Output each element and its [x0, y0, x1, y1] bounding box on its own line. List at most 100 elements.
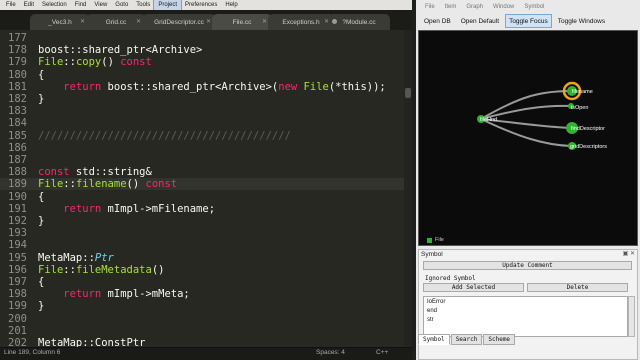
menu-goto[interactable]: Goto	[111, 0, 132, 10]
code-token: MetaMap::	[38, 251, 95, 264]
call-graph-canvas[interactable]: fileHnd filename isOpen findDescriptor g…	[419, 31, 637, 245]
menu-tools[interactable]: Tools	[132, 0, 154, 10]
list-item[interactable]: end	[427, 308, 437, 314]
code-token: const	[38, 166, 70, 179]
tab-file[interactable]: File.cc ✕	[212, 14, 272, 30]
call-graph-view[interactable]: fileHnd filename isOpen findDescriptor g…	[418, 30, 638, 246]
line-number: 194	[8, 239, 27, 252]
graph-menu-graph[interactable]: Graph	[461, 2, 488, 12]
code-line[interactable]: return mImpl->mMeta;	[38, 288, 190, 301]
line-number: 185	[8, 129, 27, 142]
panel-float-close-icon[interactable]: ▣ ✕	[623, 250, 635, 257]
code-line[interactable]: {	[38, 69, 44, 81]
graph-menu-file[interactable]: File	[420, 2, 440, 12]
indentation-setting[interactable]: Spaces: 4	[316, 349, 345, 356]
code-token: File	[303, 80, 329, 93]
code-line[interactable]: MetaMap::ConstPtr	[38, 337, 145, 347]
code-token: ::	[63, 178, 76, 191]
tab-search[interactable]: Search	[450, 334, 483, 345]
line-number: 183	[8, 105, 27, 118]
menu-view[interactable]: View	[90, 0, 111, 10]
tab-scheme[interactable]: Scheme	[483, 334, 516, 345]
open-db-button[interactable]: Open DB	[420, 14, 455, 28]
code-line[interactable]: File::copy() const	[38, 56, 152, 68]
close-icon[interactable]: ✕	[136, 18, 141, 25]
node-label-isopen: isOpen	[571, 105, 588, 111]
close-icon[interactable]: ✕	[262, 18, 267, 25]
update-comment-button[interactable]: Update Comment	[423, 261, 632, 270]
scrollbar-thumb[interactable]	[405, 88, 411, 98]
code-token: fileMetadata	[75, 263, 152, 276]
tab-symbol[interactable]: Symbol	[418, 334, 450, 345]
line-number: 181	[8, 80, 27, 93]
close-icon[interactable]: ✕	[80, 18, 85, 25]
ignored-symbol-list[interactable]: IoError end str	[423, 296, 628, 337]
code-line[interactable]: }	[38, 300, 44, 312]
tab-grid-descriptor[interactable]: GridDescriptor.cc ✕	[142, 14, 216, 30]
toggle-focus-button[interactable]: Toggle Focus	[505, 14, 552, 28]
code-line[interactable]: return boost::shared_ptr<Archive>(new Fi…	[38, 80, 385, 93]
line-number: 199	[8, 300, 27, 313]
menu-edit[interactable]: Edit	[20, 0, 38, 10]
menu-project[interactable]: Project	[153, 0, 182, 11]
toggle-windows-button[interactable]: Toggle Windows	[554, 14, 609, 28]
code-editor-window: File Edit Selection Find View Goto Tools…	[0, 0, 412, 360]
vertical-scrollbar[interactable]	[404, 30, 412, 347]
line-number: 192	[8, 215, 27, 227]
graph-menu-window[interactable]: Window	[488, 2, 519, 12]
delete-button[interactable]: Delete	[527, 283, 628, 292]
line-number: 186	[8, 141, 27, 154]
code-token: mImpl->mMeta;	[101, 288, 190, 301]
add-selected-button[interactable]: Add Selected	[423, 283, 524, 292]
code-line[interactable]: const std::string&	[38, 166, 152, 178]
graph-menubar: File Item Graph Window Symbol	[416, 2, 640, 12]
close-icon[interactable]: ✕	[206, 18, 211, 25]
menu-help[interactable]: Help	[221, 0, 241, 10]
modified-dot-icon	[332, 19, 337, 24]
code-line[interactable]: ////////////////////////////////////////	[38, 130, 291, 142]
code-line[interactable]: {	[38, 191, 44, 203]
tab-label: _Vec3.h	[48, 18, 72, 26]
line-number: 182	[8, 93, 27, 105]
code-line[interactable]: File::fileMetadata()	[38, 264, 164, 276]
graph-menu-symbol[interactable]: Symbol	[519, 2, 549, 12]
code-line[interactable]: File::filename() const	[38, 178, 177, 190]
code-line[interactable]: {	[38, 276, 44, 288]
menu-selection[interactable]: Selection	[38, 0, 71, 10]
code-line[interactable]: boost::shared_ptr<Archive>	[38, 44, 202, 56]
graph-menu-item[interactable]: Item	[440, 2, 462, 12]
code-token: MetaMap::ConstPtr	[38, 337, 146, 347]
code-token: const	[145, 178, 178, 191]
menu-file[interactable]: File	[2, 0, 20, 10]
code-token: }	[38, 93, 45, 105]
legend-swatch-icon	[427, 237, 432, 243]
line-number: 200	[8, 312, 27, 325]
code-token: ////////////////////////////////////////	[38, 129, 291, 142]
tab-exceptions[interactable]: Exceptions.h ✕	[268, 14, 334, 30]
tab-label: GridDescriptor.cc	[154, 18, 204, 26]
line-number: 195	[8, 251, 27, 264]
code-token: ::	[63, 56, 76, 69]
code-line[interactable]: }	[38, 93, 44, 105]
list-item[interactable]: str	[427, 317, 434, 323]
tab-vec3[interactable]: _Vec3.h ✕	[30, 14, 90, 30]
line-number: 201	[8, 324, 27, 337]
code-line[interactable]: MetaMap::Ptr	[38, 252, 114, 264]
syntax-mode[interactable]: C++	[376, 349, 388, 356]
code-area[interactable]: boost::shared_ptr<Archive> File::copy() c…	[38, 30, 404, 347]
status-bar: Line 189, Column 6 Spaces: 4 C++	[0, 347, 412, 360]
menu-find[interactable]: Find	[71, 0, 91, 10]
code-line[interactable]: }	[38, 215, 44, 227]
list-scrollbar[interactable]	[628, 296, 635, 337]
line-number: 189	[8, 178, 27, 191]
tab-module[interactable]: ?Module.cc	[328, 14, 390, 30]
open-default-button[interactable]: Open Default	[457, 14, 503, 28]
code-line[interactable]: return mImpl->mFilename;	[38, 203, 215, 215]
list-item[interactable]: IoError	[427, 299, 445, 305]
code-token: return	[63, 288, 102, 301]
code-token: ::	[63, 263, 76, 276]
tab-grid[interactable]: Grid.cc ✕	[86, 14, 146, 30]
menu-preferences[interactable]: Preferences	[181, 0, 221, 10]
line-number: 177	[8, 32, 27, 44]
